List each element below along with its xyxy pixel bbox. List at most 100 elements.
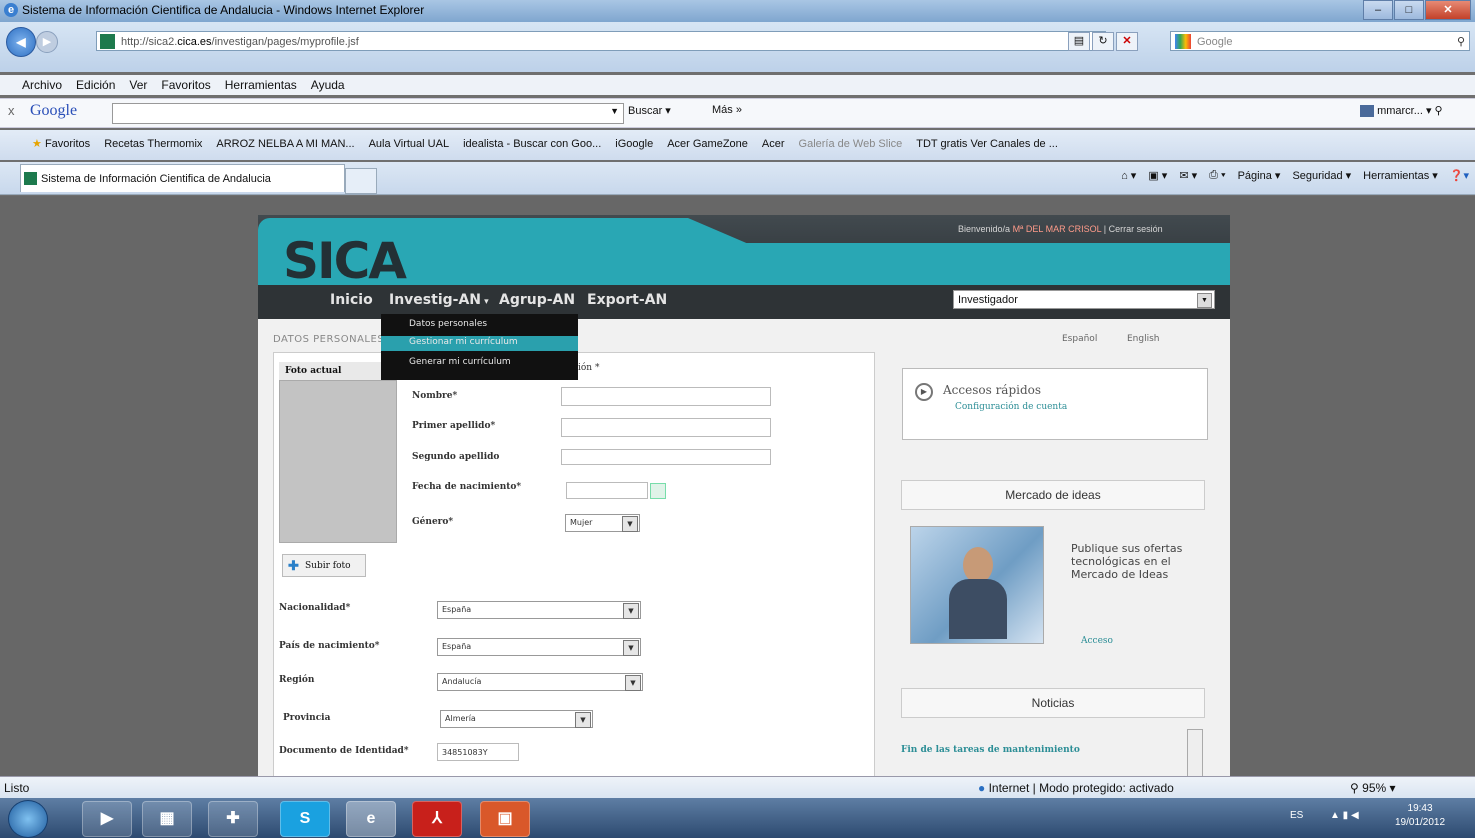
documento-field[interactable]: 34851083Y — [437, 743, 519, 761]
news-scrollbar[interactable] — [1187, 729, 1203, 778]
refresh-icon[interactable]: ↻ — [1092, 32, 1114, 51]
tray-language[interactable]: ES — [1290, 810, 1303, 821]
favorite-link-6[interactable]: Acer — [762, 130, 785, 158]
investig-an-dropdown: Datos personales Gestionar mi currículum… — [381, 314, 578, 380]
chevron-down-icon[interactable]: ▼ — [622, 516, 638, 532]
print-icon[interactable]: ⎙ ▾ — [1209, 169, 1225, 182]
favorite-link-4[interactable]: iGoogle — [615, 130, 653, 158]
browser-search-box[interactable]: Google ⚲ — [1170, 31, 1470, 51]
google-search-input[interactable]: ▼ — [112, 103, 624, 124]
tab-sica[interactable]: Sistema de Información Cientifica de And… — [20, 164, 345, 192]
forward-button[interactable]: ▶ — [36, 31, 58, 53]
apellido1-label: Primer apellido* — [412, 421, 496, 431]
clock[interactable]: 19:43 19/01/2012 — [1395, 802, 1445, 830]
dropdown-item-gestionar[interactable]: Gestionar mi currículum — [409, 337, 518, 347]
chevron-down-icon[interactable]: ▼ — [575, 712, 591, 728]
nav-inicio[interactable]: Inicio — [330, 292, 373, 308]
internet-explorer-icon[interactable]: e — [346, 801, 396, 837]
security-menu[interactable]: Seguridad ▾ — [1292, 169, 1351, 182]
compat-icon[interactable]: ▤ — [1068, 32, 1090, 51]
lang-english[interactable]: English — [1127, 334, 1160, 344]
ideas-access-link[interactable]: Acceso — [1081, 636, 1113, 646]
news-item-link[interactable]: Fin de las tareas de mantenimiento — [901, 745, 1080, 755]
nav-agrup-an[interactable]: Agrup-AN — [499, 292, 575, 308]
explorer-icon[interactable]: ▦ — [142, 801, 192, 837]
security-zone[interactable]: ● Internet | Modo protegido: activado — [978, 777, 1174, 799]
start-button[interactable] — [8, 800, 48, 838]
media-player-icon[interactable]: ▶ — [82, 801, 132, 837]
menu-ver[interactable]: Ver — [129, 75, 147, 95]
upload-photo-button[interactable]: ✚ Subir foto — [282, 554, 366, 577]
region-select[interactable]: Andalucía ▼ — [437, 673, 643, 691]
maximize-button[interactable]: □ — [1394, 0, 1424, 20]
apellido2-field[interactable] — [561, 449, 771, 465]
nacimiento-field[interactable] — [566, 482, 648, 499]
menu-archivo[interactable]: Archivo — [22, 75, 62, 95]
chevron-down-icon[interactable]: ▼ — [623, 640, 639, 656]
back-button[interactable]: ◀ — [6, 27, 36, 57]
tray-icons[interactable]: ▲ ▮ ◀ — [1330, 810, 1359, 821]
zoom-icon: ⚲ — [1350, 781, 1359, 795]
chevron-down-icon[interactable]: ▼ — [1197, 293, 1212, 308]
address-bar[interactable]: http://sica2.cica.es/investigan/pages/my… — [96, 31, 1106, 51]
chevron-down-icon[interactable]: ▼ — [625, 675, 641, 691]
home-icon[interactable]: ⌂ ▾ — [1121, 169, 1136, 182]
more-button[interactable]: Más » — [712, 104, 742, 116]
provincia-value: Almería — [445, 714, 476, 723]
sica-logo[interactable]: SICA — [283, 236, 407, 286]
dropdown-item-datos[interactable]: Datos personales — [409, 319, 487, 329]
nav-investig-an[interactable]: Investig-AN ▾ — [389, 292, 489, 308]
tools-menu[interactable]: Herramientas ▾ — [1363, 169, 1438, 182]
zoom-control[interactable]: ⚲ 95% ▾ — [1350, 777, 1396, 799]
person-body — [949, 579, 1007, 639]
favorite-link-2[interactable]: Aula Virtual UAL — [369, 130, 450, 158]
menu-favoritos[interactable]: Favoritos — [161, 75, 210, 95]
apellido1-field[interactable] — [561, 418, 771, 437]
acrobat-icon[interactable]: ⅄ — [412, 801, 462, 837]
powerpoint-icon[interactable]: ▣ — [480, 801, 530, 837]
chevron-down-icon[interactable]: ▼ — [610, 106, 619, 116]
calendar-icon[interactable] — [650, 483, 666, 499]
nombre-field[interactable] — [561, 387, 771, 406]
favorites-button[interactable]: ★ Favoritos — [32, 130, 90, 158]
favorite-link-1[interactable]: ARROZ NELBA A MI MAN... — [216, 130, 354, 158]
favorite-link-8[interactable]: TDT gratis Ver Canales de ... — [916, 130, 1058, 158]
lang-espanol[interactable]: Español — [1062, 334, 1097, 344]
welcome-message: Bienvenido/a Mª DEL MAR CRISOL | Cerrar … — [958, 224, 1163, 234]
page-menu[interactable]: Página ▾ — [1238, 169, 1281, 182]
google-search-button[interactable]: Buscar ▾ — [628, 104, 671, 117]
chevron-down-icon[interactable]: ▼ — [623, 603, 639, 619]
nav-export-an[interactable]: Export-AN — [587, 292, 667, 308]
pais-select[interactable]: España ▼ — [437, 638, 641, 656]
menu-ayuda[interactable]: Ayuda — [311, 75, 345, 95]
help-icon[interactable]: ❓▾ — [1450, 169, 1469, 182]
google-account[interactable]: mmarcr... ▾ ⚲ — [1360, 104, 1443, 118]
close-button[interactable]: ✕ — [1425, 0, 1471, 20]
quick-access-title: Accesos rápidos — [943, 383, 1042, 397]
dropdown-item-generar[interactable]: Generar mi currículum — [409, 357, 511, 367]
stop-icon[interactable]: ✕ — [1116, 32, 1138, 51]
genero-select[interactable]: Mujer ▼ — [565, 514, 640, 532]
menu-herramientas[interactable]: Herramientas — [225, 75, 297, 95]
logout-link[interactable]: Cerrar sesión — [1109, 224, 1163, 234]
menu-edicion[interactable]: Edición — [76, 75, 115, 95]
minimize-button[interactable]: – — [1363, 0, 1393, 20]
favorite-link-0[interactable]: Recetas Thermomix — [104, 130, 202, 158]
favorite-link-3[interactable]: idealista - Buscar con Goo... — [463, 130, 601, 158]
favorite-link-7[interactable]: Galería de Web Slice — [799, 130, 903, 158]
account-settings-link[interactable]: Configuración de cuenta — [955, 402, 1067, 412]
favorite-link-5[interactable]: Acer GameZone — [667, 130, 748, 158]
feeds-icon[interactable]: ▣ ▾ — [1148, 169, 1167, 182]
mail-icon[interactable]: ✉ ▾ — [1179, 169, 1197, 182]
search-icon[interactable]: ⚲ — [1457, 32, 1465, 52]
apps-icon[interactable]: ✚ — [208, 801, 258, 837]
nacionalidad-select[interactable]: España ▼ — [437, 601, 641, 619]
provincia-select[interactable]: Almería ▼ — [440, 710, 593, 728]
skype-icon[interactable]: S — [280, 801, 330, 837]
tab-strip: Sistema de Información Cientifica de And… — [0, 162, 1475, 195]
window-titlebar: e Sistema de Información Cientifica de A… — [0, 0, 1475, 22]
new-tab-button[interactable] — [345, 168, 377, 194]
favorites-items: ★ Favoritos Recetas Thermomix ARROZ NELB… — [32, 130, 1058, 158]
close-toolbar-icon[interactable]: x — [8, 103, 15, 118]
role-select[interactable]: Investigador ▼ — [953, 290, 1215, 309]
